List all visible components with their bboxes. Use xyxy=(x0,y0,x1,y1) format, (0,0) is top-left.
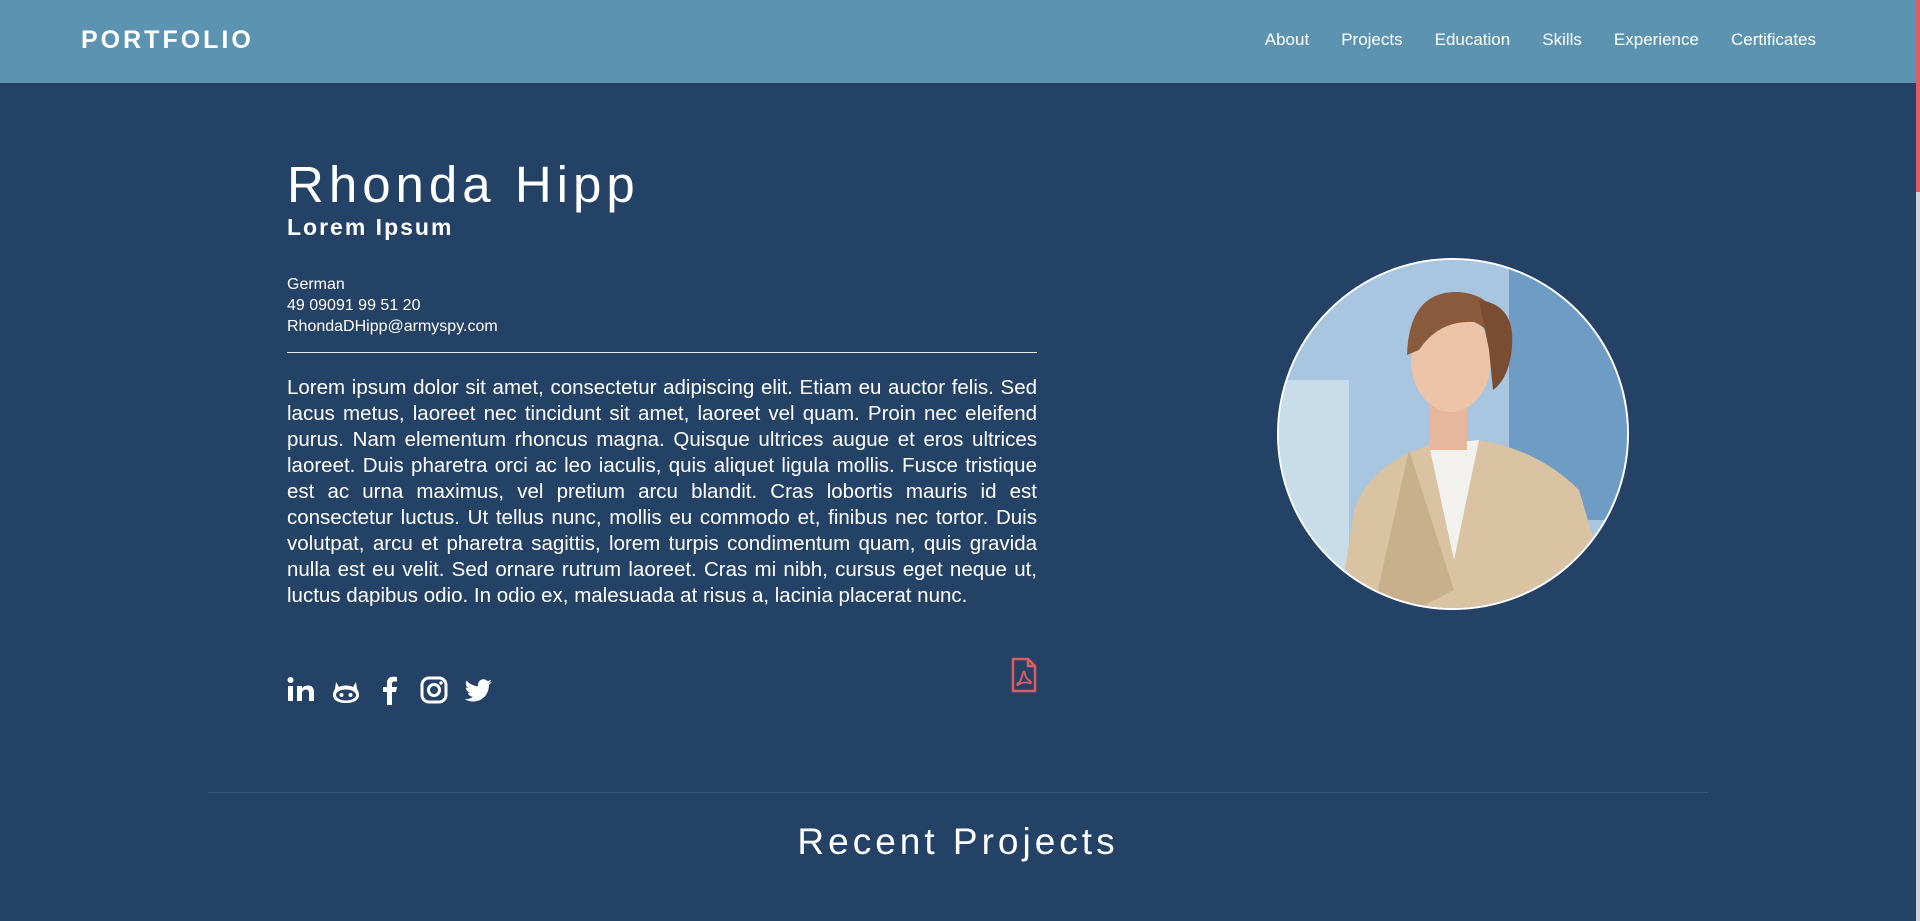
top-navbar: PORTFOLIO About Projects Education Skill… xyxy=(0,0,1916,83)
social-links xyxy=(287,673,493,707)
section-divider xyxy=(208,792,1708,793)
nav-link-education[interactable]: Education xyxy=(1435,30,1511,50)
nav-links: About Projects Education Skills Experien… xyxy=(1265,30,1816,50)
contact-info: German 49 09091 99 51 20 RhondaDHipp@arm… xyxy=(287,274,498,337)
nationality: German xyxy=(287,276,345,293)
profile-subtitle: Lorem Ipsum xyxy=(287,214,454,240)
nav-link-skills[interactable]: Skills xyxy=(1542,30,1582,50)
email-address[interactable]: RhondaDHipp@armyspy.com xyxy=(287,316,498,337)
nav-link-certificates[interactable]: Certificates xyxy=(1731,30,1816,50)
instagram-icon[interactable] xyxy=(419,673,449,707)
github-icon[interactable] xyxy=(331,673,361,707)
brand-logo[interactable]: PORTFOLIO xyxy=(81,26,254,55)
recent-projects-heading: Recent Projects xyxy=(797,821,1119,862)
scrollbar[interactable] xyxy=(1916,0,1920,921)
divider xyxy=(287,352,1037,353)
profile-name: Rhonda Hipp xyxy=(287,156,640,213)
nav-link-experience[interactable]: Experience xyxy=(1614,30,1699,50)
linkedin-icon[interactable] xyxy=(287,673,317,707)
facebook-icon[interactable] xyxy=(375,673,405,707)
bio-paragraph: Lorem ipsum dolor sit amet, consectetur … xyxy=(287,376,1037,607)
scrollbar-thumb[interactable] xyxy=(1916,0,1920,192)
profile-photo xyxy=(1277,258,1629,610)
pdf-file-icon[interactable] xyxy=(1010,657,1038,693)
phone-number: 49 09091 99 51 20 xyxy=(287,297,421,314)
nav-link-about[interactable]: About xyxy=(1265,30,1309,50)
nav-link-projects[interactable]: Projects xyxy=(1341,30,1402,50)
twitter-icon[interactable] xyxy=(463,673,493,707)
